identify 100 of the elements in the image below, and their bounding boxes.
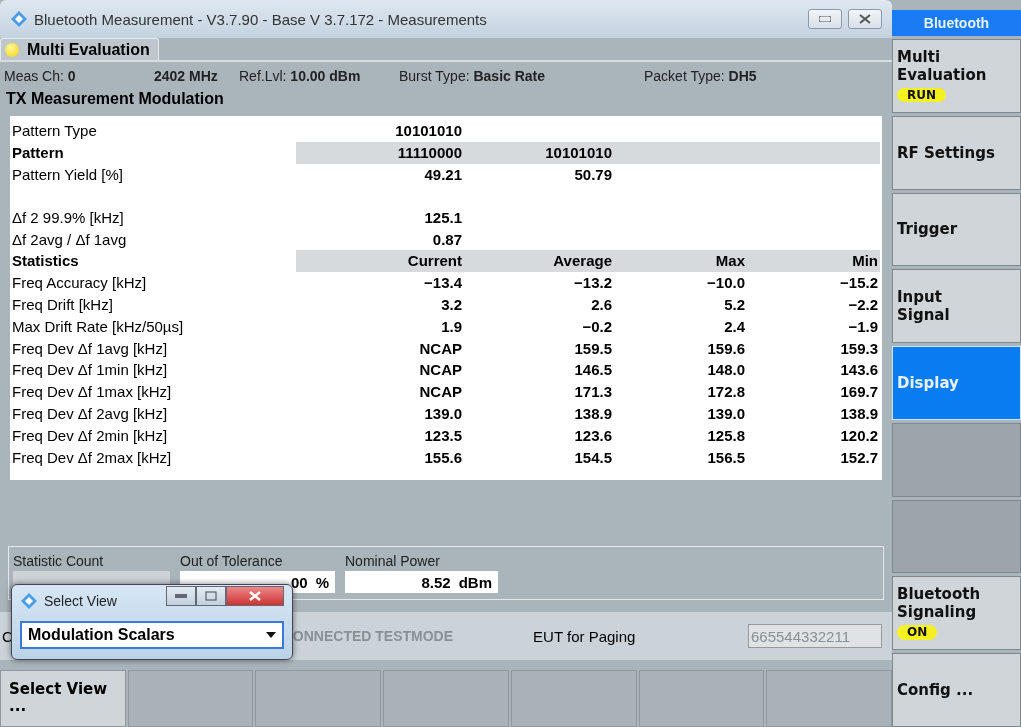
sidebar-button[interactable]: Multi Evaluation RUN — [892, 39, 1021, 113]
table-cell-text: 123.5 — [423, 425, 463, 446]
row-label: Freq Dev Δf 1min [kHz] — [11, 361, 169, 379]
close-button[interactable] — [226, 586, 284, 606]
row-label: Statistics — [11, 252, 80, 270]
sidebar-button[interactable]: Input Signal — [892, 269, 1021, 344]
table-cell-text: 172.8 — [706, 382, 746, 403]
row-label: Pattern — [11, 144, 65, 162]
table-cell-text: 156.5 — [706, 447, 746, 468]
field-label: EUT for Paging — [533, 627, 636, 645]
minimize-button[interactable] — [808, 9, 842, 29]
close-icon — [859, 14, 871, 24]
info-label: Meas Ch: — [4, 68, 65, 84]
table-cell-text: 159.5 — [573, 338, 613, 359]
row-label: Pattern Yield [%] — [11, 166, 124, 183]
dropdown-caret-icon — [266, 632, 276, 638]
table-cell-text: −15.2 — [839, 273, 879, 294]
table-cell-text: −2.2 — [847, 294, 879, 315]
logo-icon — [10, 10, 28, 28]
table-cell-text: 152.7 — [839, 447, 879, 468]
table-cell-text: 139.0 — [423, 403, 463, 424]
field-label: Nominal Power — [345, 553, 441, 569]
sidebar-button[interactable]: Display — [892, 346, 1021, 420]
column-header: Current — [296, 250, 464, 272]
table-cell-text: 125.1 — [423, 207, 463, 228]
table-cell-text: −10.0 — [706, 273, 746, 294]
table-cell-text: 159.6 — [706, 338, 746, 359]
row-label: Δf 2 99.9% [kHz] — [11, 208, 125, 226]
sidebar-button[interactable]: Bluetooth Signaling ON — [892, 576, 1021, 651]
row-label: Freq Dev Δf 1avg [kHz] — [11, 339, 169, 357]
table-cell-text: −13.2 — [573, 273, 613, 294]
table-cell-text: 143.6 — [839, 360, 879, 381]
row-label: Freq Dev Δf 2max [kHz] — [11, 448, 173, 466]
status-badge: ON — [897, 625, 938, 640]
window-title: Bluetooth Measurement - V3.7.90 - Base V 3.7.172 - Measurements — [34, 10, 488, 28]
status-dot — [5, 42, 19, 57]
table-cell-text: NCAP — [418, 360, 463, 381]
table-cell-text: 146.5 — [573, 360, 613, 381]
sidebar-button[interactable]: RF Settings — [892, 115, 1021, 190]
sidebar-button[interactable]: Config ... — [892, 653, 1021, 727]
view-dropdown[interactable]: Modulation Scalars — [20, 621, 284, 649]
table-cell-text: 125.8 — [706, 425, 746, 446]
close-button[interactable] — [848, 9, 882, 29]
table-cell-text: 138.9 — [573, 403, 613, 424]
info-value: 10.00 dBm — [290, 68, 361, 84]
table-cell-text: −13.4 — [423, 273, 463, 294]
measurement-tab[interactable]: Multi Evaluation — [0, 38, 159, 60]
table-cell-text: 139.0 — [706, 403, 746, 424]
column-header: 10101010 — [464, 141, 614, 164]
table-cell-text: 10101010 — [394, 121, 463, 142]
info-value: 2402 MHz — [154, 68, 218, 84]
softkey-button[interactable]: Select View ... — [0, 670, 126, 727]
table-cell-text: NCAP — [418, 382, 463, 403]
table-cell-text: 50.79 — [573, 165, 613, 185]
row-label: Freq Accuracy [kHz] — [11, 274, 148, 292]
column-header: Min — [747, 250, 880, 272]
table-cell-text: 171.3 — [573, 382, 613, 403]
info-label: Ref.Lvl: — [239, 68, 288, 84]
table-cell-text: 159.3 — [839, 338, 879, 359]
info-value: Basic Rate — [473, 68, 546, 84]
minimize-button[interactable] — [166, 586, 196, 606]
maximize-button[interactable] — [196, 586, 226, 606]
table-cell-text: 1.9 — [440, 316, 463, 337]
table-cell-text: 3.2 — [440, 294, 463, 315]
section-heading: TX Measurement Modulation — [5, 90, 225, 109]
info-label: Burst Type: — [399, 68, 471, 84]
table-cell-text: 5.2 — [723, 294, 746, 315]
status-label: ONNECTED TESTMODE — [292, 628, 454, 644]
info-value: 0 — [67, 68, 76, 84]
table-cell-text: 169.7 — [839, 382, 879, 403]
row-label: Freq Dev Δf 1max [kHz] — [11, 383, 173, 401]
logo-icon — [20, 592, 38, 610]
row-label: Max Drift Rate [kHz/50µs] — [11, 317, 185, 335]
sidebar-title: Bluetooth — [892, 10, 1021, 36]
table-cell-text: 155.6 — [423, 447, 463, 468]
row-label: Pattern Type — [11, 122, 98, 140]
column-header: 11110000 — [296, 141, 464, 164]
field-label: Out of Tolerance — [180, 553, 284, 569]
row-label: Δf 2avg / Δf 1avg — [11, 230, 128, 248]
row-label: Freq Dev Δf 2avg [kHz] — [11, 404, 169, 422]
table-cell-text: −1.9 — [847, 316, 879, 337]
table-cell-text: 154.5 — [573, 447, 613, 468]
field-label: Statistic Count — [13, 553, 105, 569]
table-cell-text: 120.2 — [839, 425, 879, 446]
sidebar-button[interactable]: Trigger — [892, 192, 1021, 267]
table-cell-text: 148.0 — [706, 360, 746, 381]
table-cell-text: 49.21 — [423, 165, 463, 185]
table-cell-text: 2.4 — [723, 316, 746, 337]
table-cell-text: NCAP — [418, 338, 463, 359]
column-header: Max — [614, 250, 747, 272]
minimize-icon — [819, 16, 831, 22]
row-label: Freq Drift [kHz] — [11, 295, 114, 313]
minimize-icon — [175, 594, 187, 598]
table-cell-text: −0.2 — [581, 316, 613, 337]
info-value: DH5 — [728, 68, 757, 84]
table-cell-text: 123.6 — [573, 425, 613, 446]
table-cell-text: 138.9 — [839, 403, 879, 424]
status-badge: RUN — [897, 88, 947, 103]
row-label: Freq Dev Δf 2min [kHz] — [11, 426, 169, 444]
table-cell-text: 2.6 — [590, 294, 613, 315]
